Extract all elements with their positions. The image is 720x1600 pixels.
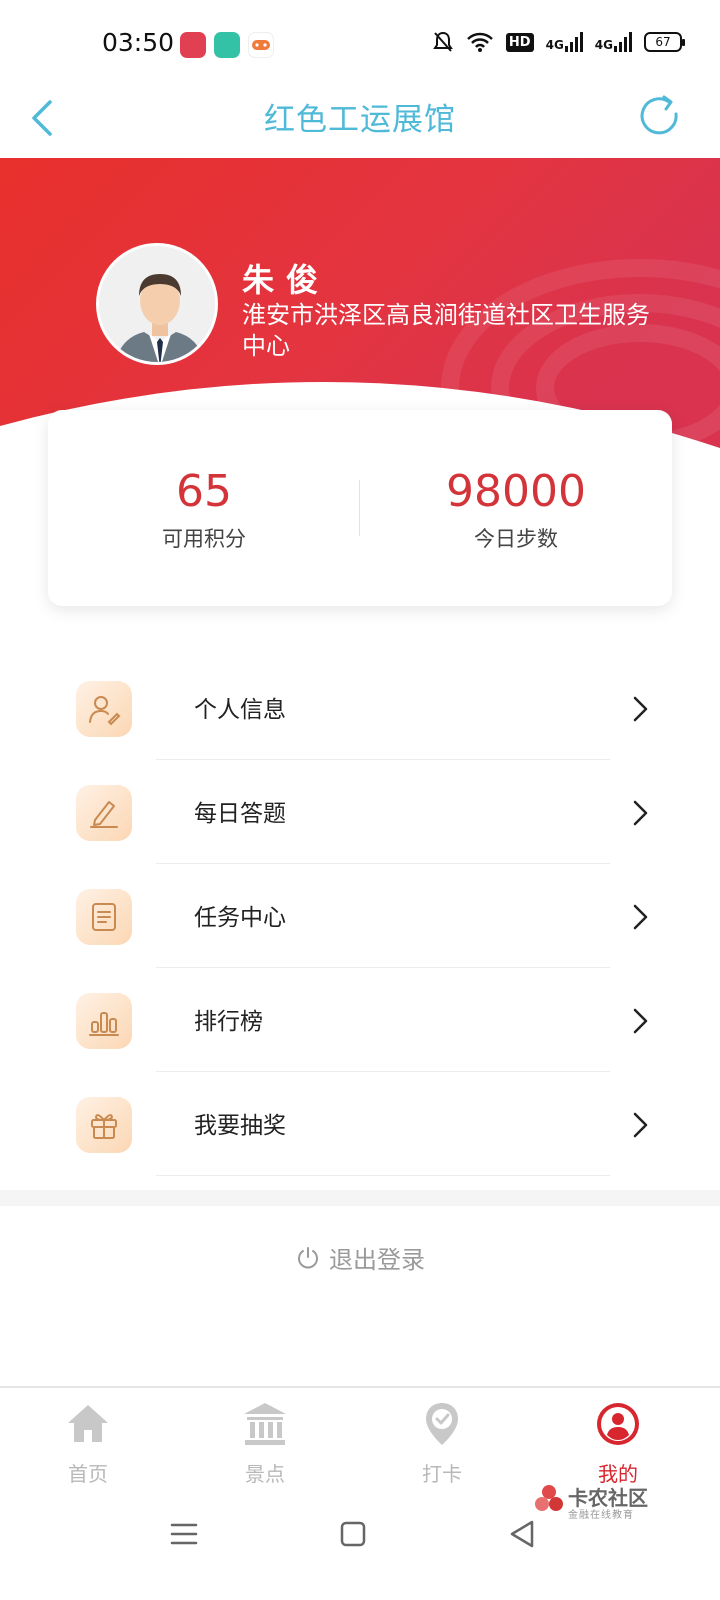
menu-item-profile-info[interactable]: 个人信息 — [0, 656, 720, 760]
tab-label: 打卡 — [422, 1462, 462, 1486]
menu-label: 每日答题 — [194, 801, 286, 827]
hd-badge: HD — [505, 32, 534, 52]
mute-bell-icon — [433, 31, 453, 52]
pencil-icon — [76, 785, 132, 841]
menu-item-lottery[interactable]: 我要抽奖 — [0, 1072, 720, 1176]
battery-indicator: 67 — [644, 32, 685, 52]
tab-checkin[interactable]: 打卡 — [392, 1400, 492, 1487]
title-bar: 红色工运展馆 — [0, 86, 720, 158]
chat-app-icon — [214, 32, 240, 58]
menu-item-daily-quiz[interactable]: 每日答题 — [0, 760, 720, 864]
refresh-button[interactable] — [636, 92, 684, 140]
video-app-icon — [180, 32, 206, 58]
profile-icon — [597, 1403, 639, 1445]
logout-button[interactable]: 退出登录 — [0, 1240, 720, 1275]
menu-icon[interactable] — [164, 1514, 204, 1554]
points-label: 可用积分 — [162, 527, 246, 551]
tab-mine[interactable]: 我的 — [568, 1400, 668, 1487]
wifi-icon — [467, 32, 493, 52]
user-organization: 淮安市洪泽区高良涧街道社区卫生服务中心 — [242, 301, 650, 360]
chevron-right-icon — [633, 1008, 648, 1034]
signal-2: 4G — [595, 32, 632, 52]
gift-icon — [76, 1097, 132, 1153]
user-name: 朱俊 — [242, 261, 331, 299]
logout-label: 退出登录 — [329, 1246, 425, 1274]
section-separator — [0, 1190, 720, 1206]
menu-item-leaderboard[interactable]: 排行榜 — [0, 968, 720, 1072]
location-check-icon — [426, 1403, 458, 1445]
tab-label: 首页 — [68, 1462, 108, 1486]
bar-chart-icon — [76, 993, 132, 1049]
steps-stat[interactable]: 98000 今日步数 — [360, 465, 672, 553]
user-edit-icon — [76, 681, 132, 737]
menu-label: 任务中心 — [194, 905, 286, 931]
tab-home[interactable]: 首页 — [38, 1400, 138, 1487]
home-square-icon[interactable] — [333, 1514, 373, 1554]
stats-card: 65 可用积分 98000 今日步数 — [48, 410, 672, 606]
tab-label: 景点 — [245, 1462, 285, 1486]
steps-value: 98000 — [446, 466, 586, 517]
avatar[interactable] — [96, 243, 218, 365]
home-icon — [68, 1405, 108, 1442]
steps-label: 今日步数 — [474, 527, 558, 551]
points-stat[interactable]: 65 可用积分 — [48, 465, 360, 553]
game-app-icon — [248, 32, 274, 58]
chevron-right-icon — [633, 1112, 648, 1138]
chevron-right-icon — [633, 800, 648, 826]
tab-attractions[interactable]: 景点 — [215, 1400, 315, 1487]
status-indicators: HD 4G 4G 67 — [432, 30, 685, 54]
status-bar: 03:50 HD 4G 4G 67 — [0, 0, 720, 86]
menu-label: 我要抽奖 — [194, 1113, 286, 1139]
power-icon — [298, 1246, 318, 1268]
menu-label: 排行榜 — [194, 1009, 263, 1035]
status-time: 03:50 — [102, 28, 175, 57]
back-triangle-icon[interactable] — [502, 1514, 542, 1554]
menu-label: 个人信息 — [194, 697, 286, 723]
system-navigation-bar — [0, 1496, 720, 1600]
chevron-right-icon — [633, 696, 648, 722]
document-icon — [76, 889, 132, 945]
page-title: 红色工运展馆 — [264, 102, 456, 138]
menu-list: 个人信息 每日答题 任务中心 排行榜 我要抽奖 — [0, 656, 720, 1176]
signal-1: 4G — [546, 32, 583, 52]
divider — [156, 1175, 610, 1176]
chevron-right-icon — [633, 904, 648, 930]
points-value: 65 — [176, 466, 232, 517]
museum-icon — [244, 1403, 286, 1445]
menu-item-task-center[interactable]: 任务中心 — [0, 864, 720, 968]
